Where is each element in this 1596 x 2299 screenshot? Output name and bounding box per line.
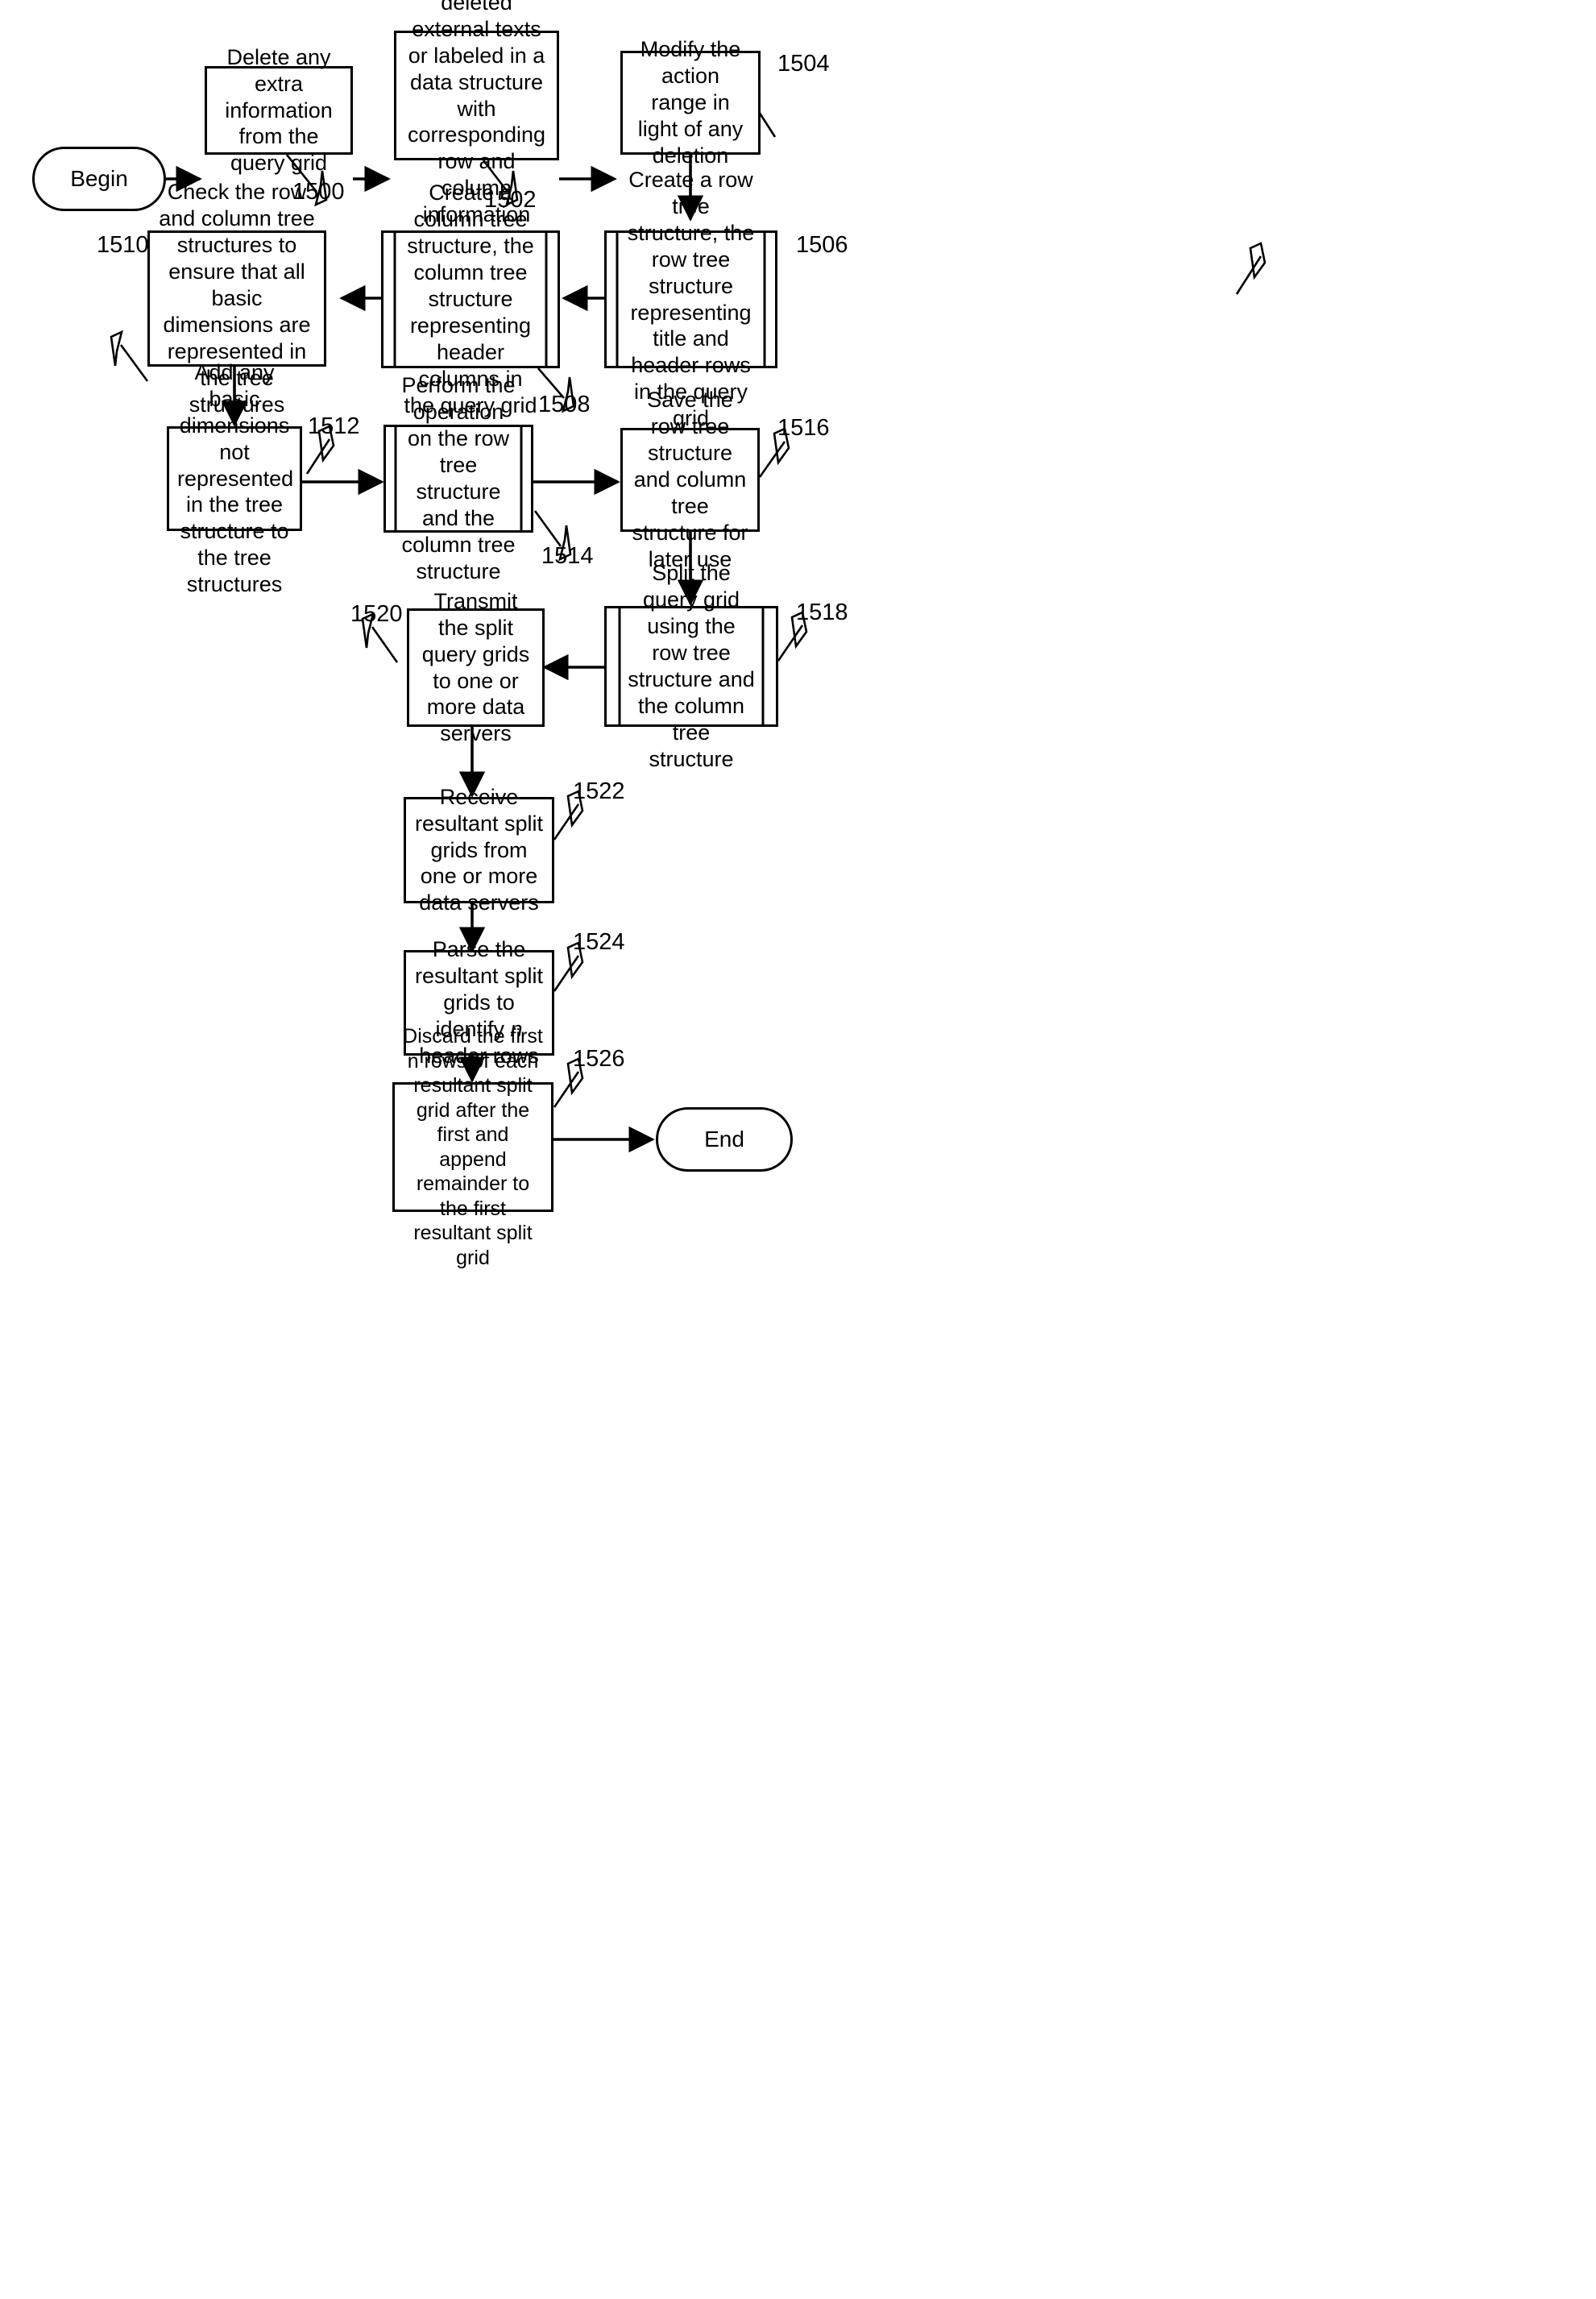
node-transmit-split-query-grids[interactable]: Transmit the split query grids to one or… bbox=[407, 589, 545, 745]
node-modify-action-range[interactable]: Modify the action range in light of any … bbox=[620, 37, 761, 168]
node-1522-label: Receive resultant split grids from one o… bbox=[414, 784, 544, 915]
node-1514-inner-rules bbox=[394, 425, 523, 533]
ref-numeral-1526: 1526 bbox=[573, 1046, 625, 1072]
node-1500-label: Delete any extra information from the qu… bbox=[225, 44, 333, 176]
ref-numeral-1518: 1518 bbox=[796, 600, 848, 625]
node-1518-inner-rules bbox=[618, 606, 765, 727]
leader-1510 bbox=[110, 330, 149, 382]
node-1516-label: Save the row tree structure and column t… bbox=[632, 388, 748, 571]
node-receive-resultant-split-grids[interactable]: Receive resultant split grids from one o… bbox=[404, 785, 554, 915]
ref-numeral-1508: 1508 bbox=[538, 392, 591, 417]
flowchart-canvas: Begin Delete any extra information from … bbox=[0, 0, 1596, 2299]
node-perform-operation-wrap: Perform the operation on the row tree st… bbox=[383, 373, 533, 583]
node-save-deleted-external-texts[interactable]: Save any deleted external texts or label… bbox=[394, 0, 559, 226]
node-1520-label: Transmit the split query grids to one or… bbox=[421, 588, 530, 746]
node-save-tree-structures[interactable]: Save the row tree structure and column t… bbox=[620, 388, 760, 571]
node-begin[interactable]: Begin bbox=[32, 147, 166, 211]
leader-1506 bbox=[1235, 242, 1266, 295]
node-begin-label: Begin bbox=[70, 166, 128, 191]
ref-numeral-1502: 1502 bbox=[484, 187, 537, 213]
node-1506-inner-rules bbox=[616, 230, 766, 368]
node-check-tree-structures[interactable]: Check the row and column tree structures… bbox=[147, 180, 326, 417]
ref-numeral-1522: 1522 bbox=[573, 778, 625, 804]
ref-numeral-1516: 1516 bbox=[777, 415, 830, 441]
node-add-basic-dimensions[interactable]: Add any basic dimensions not represented… bbox=[167, 360, 302, 596]
ref-numeral-1510: 1510 bbox=[97, 232, 149, 258]
node-end-label: End bbox=[704, 1127, 744, 1152]
ref-numeral-1514: 1514 bbox=[541, 543, 594, 569]
node-1512-label: Add any basic dimensions not represented… bbox=[177, 359, 294, 597]
node-delete-extra-information[interactable]: Delete any extra information from the qu… bbox=[205, 45, 353, 175]
ref-numeral-1506: 1506 bbox=[796, 232, 848, 258]
node-create-row-tree-structure-wrap: Create a row tree structure, the row tre… bbox=[604, 168, 777, 430]
node-1508-inner-rules bbox=[393, 230, 548, 368]
node-split-query-grid-wrap: Split the query grid using the row tree … bbox=[604, 561, 778, 771]
ref-numeral-1504: 1504 bbox=[777, 51, 830, 77]
ref-numeral-1500: 1500 bbox=[292, 179, 345, 205]
node-1526-label: Discard the first n rows of each resulta… bbox=[403, 1025, 543, 1269]
node-discard-first-n-rows[interactable]: Discard the first n rows of each resulta… bbox=[392, 1025, 553, 1269]
ref-numeral-1524: 1524 bbox=[573, 929, 625, 955]
node-create-column-tree-structure-wrap: Create a column tree structure, the colu… bbox=[381, 181, 560, 417]
node-1504-label: Modify the action range in light of any … bbox=[637, 37, 744, 168]
ref-numeral-1520: 1520 bbox=[350, 601, 403, 627]
ref-numeral-1512: 1512 bbox=[308, 413, 360, 439]
node-end[interactable]: End bbox=[656, 1107, 793, 1172]
